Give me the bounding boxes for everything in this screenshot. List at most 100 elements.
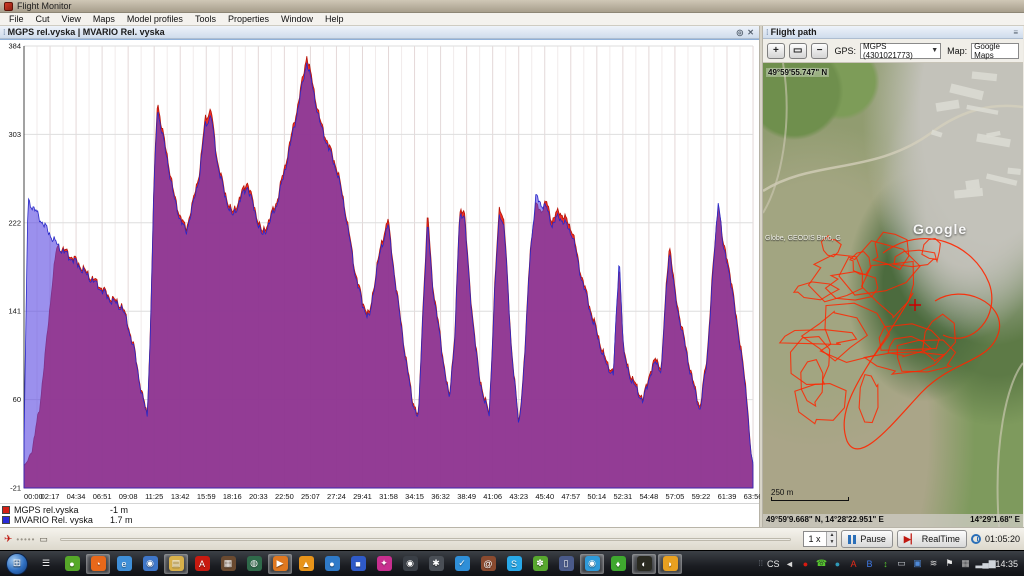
map-coordinate-strip: 49°59'9.668" N, 14°28'22.951" E 14°29'1.… [763,514,1023,527]
elapsed-time: 01:05:20 [985,534,1020,544]
pause-label: Pause [860,534,886,544]
phone-sync-icon[interactable]: ▯ [554,554,578,574]
vlc-icon[interactable]: ▲ [294,554,318,574]
x-tick-label: 20:33 [249,492,268,501]
speed-value: 1 x [804,534,826,544]
taskbar-clock[interactable]: 14:35 [995,559,1018,569]
check-app-icon[interactable]: ✓ [450,554,474,574]
start-button[interactable]: ⊞ [6,553,28,575]
timeline-slider[interactable] [60,538,792,541]
flight-panel-header[interactable]: ⁞ Flight path ≡ [763,26,1023,39]
red-status-icon[interactable]: ● [799,559,811,569]
y-tick-label: 222 [8,218,21,227]
panel-grip-icon: ⁞ [766,28,768,37]
zoom-out-button[interactable]: − [811,43,829,59]
tasks-icon[interactable]: ▦ [959,558,971,569]
app-green-ball-icon[interactable]: ● [60,554,84,574]
wings-icon[interactable]: ≋ [927,558,939,569]
menu-item[interactable]: File [3,14,30,24]
altitude-chart-canvas[interactable]: 00:0002:1704:3406:5109:0811:2513:4215:59… [0,39,759,503]
gauge-icon[interactable]: ◐ [632,554,656,574]
menu-item[interactable]: Tools [189,14,222,24]
dvd-globe-icon[interactable]: ◍ [242,554,266,574]
blue-sphere-app-icon[interactable]: ● [320,554,344,574]
scale-bar-line [771,497,849,501]
panel-pin-icon[interactable]: ◎ [734,28,745,37]
media-center-icon[interactable]: ▶ [268,554,292,574]
panel-grip-icon: ⁞ [3,28,5,37]
menu-item[interactable]: View [56,14,87,24]
speed-spinner[interactable]: 1 x ▲▼ [803,531,837,547]
y-tick-label: 141 [8,307,21,316]
altitude-chart: 00:0002:1704:3406:5109:0811:2513:4215:59… [0,40,760,504]
chart-panel-header[interactable]: ⁞ MGPS rel.vyska | MVARIO Rel. vyska ◎ ✕ [0,26,759,39]
network-icon[interactable]: ↕ [879,559,891,569]
menu-item[interactable]: Help [319,14,350,24]
phone-green-icon[interactable]: ☎ [815,558,827,569]
x-tick-label: 54:48 [639,492,658,501]
bluetooth-icon[interactable]: B [863,559,875,569]
flag-icon[interactable]: ⚑ [943,558,955,569]
teal-circle-icon[interactable]: ● [831,559,843,569]
green-paw-icon: ✽ [533,556,548,571]
title-bar[interactable]: Flight Monitor [0,0,1024,13]
display-icon[interactable]: ▭ [895,558,907,569]
blue-square-app-icon[interactable]: ■ [346,554,370,574]
skype-icon[interactable]: S [502,554,526,574]
folder-orange-icon[interactable]: ◗ [658,554,682,574]
webcam-icon: ◉ [585,556,600,571]
x-tick-label: 50:14 [587,492,606,501]
gps-select[interactable]: MGPS (4301021773) ▼ [860,43,941,59]
settings-gear-icon[interactable]: ✱ [424,554,448,574]
zoom-in-button[interactable]: + [767,43,785,59]
email-at-icon[interactable]: @ [476,554,500,574]
winrar-icon[interactable]: ▦ [216,554,240,574]
firefox-icon[interactable]: ◔ [86,554,110,574]
phone-sync-icon: ▯ [559,556,574,571]
spin-up-icon[interactable]: ▲ [827,532,836,539]
aircraft-position-marker [909,299,921,311]
map-scale-bar: 250 m [771,488,849,501]
vlc-icon: ▲ [299,556,314,571]
usb-green-icon[interactable]: ♦ [606,554,630,574]
language-indicator[interactable]: CS [767,559,780,569]
messenger-icon[interactable]: ▣ [911,558,923,569]
window-list-icon: ☰ [39,556,54,571]
menu-bar: FileCutViewMapsModel profilesToolsProper… [0,13,1024,26]
signal-bars-icon[interactable]: ▂▄▆ [975,558,987,569]
green-paw-icon[interactable]: ✽ [528,554,552,574]
panel-close-icon[interactable]: ✕ [745,28,756,37]
y-tick-label: -21 [10,484,21,493]
media-player-icon[interactable]: ◉ [138,554,162,574]
menu-item[interactable]: Maps [87,14,121,24]
camera-app-icon[interactable]: ◉ [398,554,422,574]
photo-viewer-icon[interactable]: ✦ [372,554,396,574]
adobe-reader-icon[interactable]: A [190,554,214,574]
y-tick-label: 60 [13,395,21,404]
internet-explorer-icon[interactable]: e [112,554,136,574]
spin-down-icon[interactable]: ▼ [827,539,836,546]
mgps-current-value: -1 m [110,505,128,515]
realtime-button[interactable]: ▶▏ RealTime [897,530,967,548]
menu-item[interactable]: Properties [222,14,275,24]
flight-path-panel: ⁞ Flight path ≡ + ▭ − GPS: MGPS (4301021… [763,26,1023,527]
map-provider-select[interactable]: Google Maps [971,43,1019,59]
x-tick-label: 59:22 [692,492,711,501]
windows-explorer-icon: ▤ [169,556,184,571]
zoom-window-button[interactable]: ▭ [789,43,807,59]
menu-item[interactable]: Window [275,14,319,24]
windows-explorer-icon[interactable]: ▤ [164,554,188,574]
x-tick-label: 45:40 [535,492,554,501]
speaker-icon[interactable]: ◄ [783,559,795,569]
menu-item[interactable]: Model profiles [121,14,189,24]
window-list-icon[interactable]: ☰ [34,554,58,574]
satellite-map[interactable]: 49°59'55.747" N Globe, GEODIS Brno, G Go… [763,63,1023,527]
x-tick-label: 36:32 [431,492,450,501]
windows-taskbar: ⊞ ☰●◔e◉▤A▦◍▶▲●■✦◉✱✓@S✽▯◉♦◐◗ ⁞⁞ CS ◄●☎●AB… [0,550,1024,576]
flight-path-trace [763,63,1023,527]
ati-icon[interactable]: A [847,559,859,569]
pause-button[interactable]: Pause [841,530,893,548]
panel-menu-icon[interactable]: ≡ [1011,28,1020,37]
menu-item[interactable]: Cut [30,14,56,24]
webcam-icon[interactable]: ◉ [580,554,604,574]
